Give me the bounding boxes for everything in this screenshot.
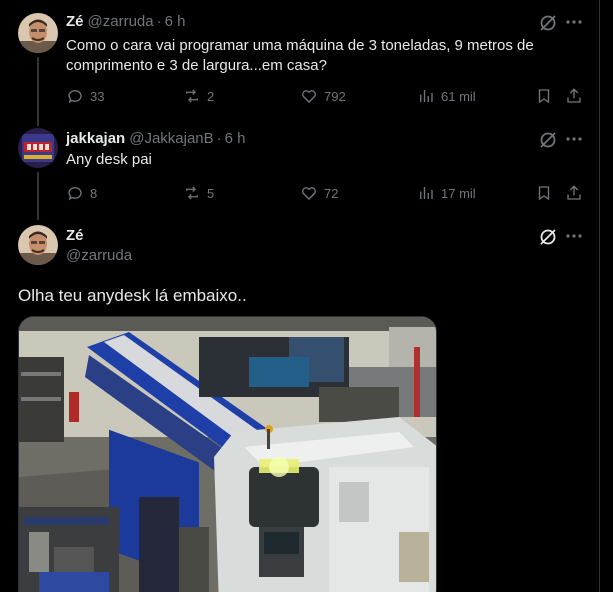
reply-count: 8 xyxy=(90,185,98,201)
author-name[interactable]: Zé xyxy=(66,227,84,244)
like-button[interactable]: 72 xyxy=(300,183,338,203)
tweet-actions: 8 5 72 17 mil xyxy=(66,183,586,203)
share-icon xyxy=(567,88,581,103)
views-icon xyxy=(420,187,433,199)
author-name[interactable]: Zé xyxy=(66,13,84,30)
tweet-actions: 33 2 792 61 mil xyxy=(66,86,586,106)
separator: · xyxy=(216,130,222,147)
more-icon[interactable] xyxy=(564,226,584,246)
tweet-text: Olha teu anydesk lá embaixo.. xyxy=(18,286,247,305)
views-count: 61 mil xyxy=(441,88,476,104)
avatar[interactable] xyxy=(18,13,58,53)
tweet-text: Como o cara vai programar uma máquina de… xyxy=(66,37,534,74)
bookmark-icon xyxy=(538,89,550,104)
repost-icon xyxy=(186,186,198,200)
like-icon xyxy=(302,90,316,103)
repost-icon xyxy=(186,89,198,103)
author-handle[interactable]: @zarruda xyxy=(66,247,132,264)
grok-icon[interactable] xyxy=(538,13,558,33)
author-name[interactable]: jakkajan xyxy=(66,130,125,147)
share-icon xyxy=(567,185,581,200)
reply-icon xyxy=(68,187,82,201)
share-button[interactable] xyxy=(565,183,583,203)
views-button[interactable]: 17 mil xyxy=(417,183,476,203)
grok-icon[interactable] xyxy=(538,130,558,150)
repost-count: 2 xyxy=(207,88,215,104)
grok-icon[interactable] xyxy=(538,227,558,247)
repost-button[interactable]: 5 xyxy=(183,183,214,203)
more-icon[interactable] xyxy=(564,12,584,32)
tweet-text: Any desk pai xyxy=(66,151,152,168)
like-count: 792 xyxy=(324,88,346,104)
share-button[interactable] xyxy=(565,86,583,106)
tweet-media[interactable] xyxy=(18,316,437,592)
timeline-border xyxy=(599,0,600,592)
avatar[interactable] xyxy=(18,225,58,265)
reply-button[interactable]: 8 xyxy=(66,183,97,203)
bookmark-icon xyxy=(538,186,550,201)
like-count: 72 xyxy=(324,185,339,201)
author-handle[interactable]: @zarruda xyxy=(88,13,154,30)
bookmark-button[interactable] xyxy=(535,86,553,106)
timestamp[interactable]: 6 h xyxy=(225,130,246,147)
timestamp[interactable]: 6 h xyxy=(165,13,186,30)
more-icon[interactable] xyxy=(564,129,584,149)
author-handle[interactable]: @JakkajanB xyxy=(129,130,213,147)
repost-button[interactable]: 2 xyxy=(183,86,214,106)
separator: · xyxy=(156,13,162,30)
views-icon xyxy=(420,90,433,102)
like-button[interactable]: 792 xyxy=(300,86,346,106)
like-icon xyxy=(302,187,316,200)
reply-count: 33 xyxy=(90,88,105,104)
reply-button[interactable]: 33 xyxy=(66,86,104,106)
views-count: 17 mil xyxy=(441,185,476,201)
avatar[interactable] xyxy=(18,128,58,168)
bookmark-button[interactable] xyxy=(535,183,553,203)
repost-count: 5 xyxy=(207,185,215,201)
factory-photo xyxy=(19,317,436,592)
thread-line xyxy=(37,113,39,126)
thread-line xyxy=(37,172,39,220)
reply-icon xyxy=(68,90,82,104)
views-button[interactable]: 61 mil xyxy=(417,86,476,106)
